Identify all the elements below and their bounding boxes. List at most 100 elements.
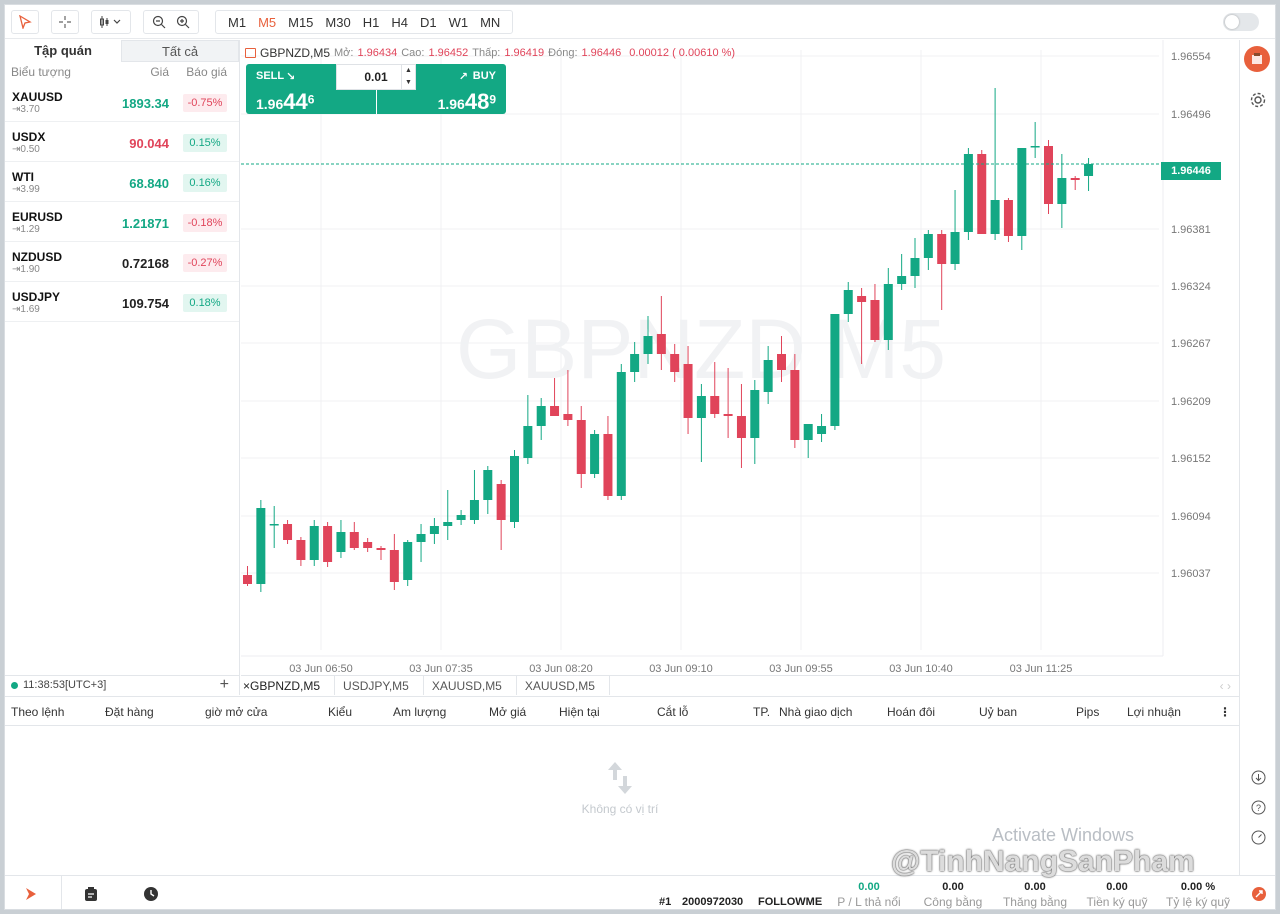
price-chart[interactable]: GBPNZD M51.965541.964961.963811.963241.9… <box>241 40 1241 676</box>
zoom-in-icon <box>176 15 190 29</box>
column-header[interactable]: Mở giá <box>489 705 526 719</box>
candle-body <box>830 314 840 426</box>
timeframe-w1[interactable]: W1 <box>443 15 475 30</box>
column-header[interactable]: Hoán đôi <box>887 705 935 719</box>
settings-button[interactable] <box>1248 90 1268 110</box>
watchlist-header: Biểu tượng Giá Báo giá <box>5 62 239 82</box>
add-symbol-icon[interactable]: + <box>220 676 229 694</box>
low-value: 1.96419 <box>504 47 545 59</box>
close-tab-icon[interactable]: × <box>243 679 250 693</box>
watchlist-row[interactable]: WTI ⇥3.99 68.840 0.16% <box>5 162 239 202</box>
brand-button[interactable] <box>1249 884 1269 904</box>
watchlist-row[interactable]: USDX ⇥0.50 90.044 0.15% <box>5 122 239 162</box>
account-stat: 0.00 P / L thả nổi <box>829 881 909 909</box>
tab-favorites[interactable]: Tập quán <box>5 40 121 62</box>
candle-body <box>683 364 693 418</box>
timeframe-mn[interactable]: MN <box>474 15 506 30</box>
chart-tab[interactable]: XAUUSD,M5 <box>424 676 517 695</box>
ohlc-info: GBPNZD,M5 Mở: 1.96434 Cao: 1.96452 Thấp: 1.… <box>245 46 735 60</box>
watchlist-row[interactable]: XAUUSD ⇥3.70 1893.34 -0.75% <box>5 82 239 122</box>
symbol-spread: ⇥1.69 <box>12 304 40 315</box>
account-avatar[interactable] <box>1244 46 1270 72</box>
history-button[interactable] <box>141 884 161 904</box>
column-header[interactable]: TP. <box>753 705 770 719</box>
column-header[interactable]: Lợi nhuận <box>1127 705 1181 719</box>
y-tick-label: 1.96496 <box>1171 109 1211 121</box>
lot-size-input[interactable]: 0.01 ▲ ▼ <box>336 64 416 90</box>
column-header[interactable]: Đặt hàng <box>105 705 154 719</box>
tab-all[interactable]: Tất cả <box>121 40 239 62</box>
sell-price: 1.96446 <box>256 89 315 114</box>
candle-body <box>670 354 680 372</box>
download-button[interactable] <box>1248 767 1268 787</box>
symbol-change: 0.15% <box>183 134 227 152</box>
candle-body <box>763 360 773 392</box>
chart-type-dropdown[interactable] <box>91 10 131 34</box>
candle-body <box>550 406 560 416</box>
candle-body <box>643 336 653 354</box>
stat-label: Thăng bằng <box>1002 895 1068 909</box>
theme-toggle[interactable] <box>1223 13 1259 31</box>
wallet-icon <box>1252 53 1262 64</box>
column-header[interactable]: Am lượng <box>393 705 446 719</box>
timeframe-h1[interactable]: H1 <box>357 15 386 30</box>
column-header[interactable]: giờ mở cửa <box>205 705 267 719</box>
candle-body <box>616 372 626 496</box>
svg-text:?: ? <box>1255 803 1260 813</box>
x-tick-label: 03 Jun 10:40 <box>889 663 953 675</box>
stat-label: Công bằng <box>923 895 983 909</box>
column-header[interactable]: Nhà giao dịch <box>779 705 852 719</box>
candle-body <box>736 416 746 438</box>
candle-body <box>563 414 573 420</box>
symbol-change: -0.75% <box>183 94 227 112</box>
column-header[interactable]: Uỷ ban <box>979 705 1017 719</box>
watchlist-row[interactable]: EURUSD ⇥1.29 1.21871 -0.18% <box>5 202 239 242</box>
speed-button[interactable] <box>1248 827 1268 847</box>
lot-stepper-icon[interactable]: ▲ ▼ <box>401 65 415 89</box>
chart-tab[interactable]: ×GBPNZD,M5 <box>241 676 336 695</box>
column-header[interactable]: Kiểu <box>328 705 352 719</box>
candle-body <box>910 258 920 276</box>
watchlist-row[interactable]: USDJPY ⇥1.69 109.754 0.18% <box>5 282 239 322</box>
zoom-in-button[interactable] <box>171 15 195 29</box>
candle-body <box>923 234 933 258</box>
column-header[interactable]: Cắt lỗ <box>657 705 688 719</box>
crosshair-tool-button[interactable] <box>51 10 79 34</box>
candle-body <box>389 550 399 582</box>
column-header[interactable]: Theo lệnh <box>11 705 64 719</box>
crosshair-icon <box>59 16 71 28</box>
zoom-out-button[interactable] <box>147 15 171 29</box>
chart-tab[interactable]: USDJPY,M5 <box>335 676 424 695</box>
cursor-tool-button[interactable] <box>11 10 39 34</box>
account-id: 2000972030 <box>682 896 744 908</box>
help-icon: ? <box>1251 800 1265 814</box>
tab-scroll-arrows[interactable]: ‹ › <box>1210 676 1241 695</box>
timeframe-m5[interactable]: M5 <box>252 15 282 30</box>
timeframe-d1[interactable]: D1 <box>414 15 443 30</box>
candle-body <box>376 548 386 550</box>
app-window: M1 M5 M15 M30 H1 H4 D1 W1 MN Tập quán Tất cả Biể… <box>4 4 1276 910</box>
candle-body <box>656 334 666 354</box>
logo-button[interactable] <box>21 884 41 904</box>
candle-body <box>403 542 413 580</box>
candle-body <box>469 500 479 520</box>
chart-area[interactable]: GBPNZD M5 1.96554 1.96496 1.96381 1.96324 1.9… <box>241 40 1241 676</box>
account-number: #1 <box>659 896 672 908</box>
top-toolbar: M1 M5 M15 M30 H1 H4 D1 W1 MN <box>5 5 1275 39</box>
candle-body <box>750 390 760 438</box>
symbol-price: 90.044 <box>129 136 169 151</box>
watchlist-row[interactable]: NZDUSD ⇥1.90 0.72168 -0.27% <box>5 242 239 282</box>
column-header[interactable]: Pips <box>1076 705 1099 719</box>
timeframe-m30[interactable]: M30 <box>319 15 356 30</box>
orders-button[interactable] <box>81 884 101 904</box>
chart-tab[interactable]: XAUUSD,M5 <box>517 676 610 695</box>
timeframe-m1[interactable]: M1 <box>222 15 252 30</box>
candle-body <box>523 426 533 458</box>
column-header[interactable]: Hiện tại <box>559 705 600 719</box>
close-label: Đóng: <box>548 47 578 59</box>
help-button[interactable]: ? <box>1248 797 1268 817</box>
more-options-icon[interactable]: ⋮ <box>1219 705 1231 719</box>
timeframe-m15[interactable]: M15 <box>282 15 319 30</box>
timeframe-h4[interactable]: H4 <box>385 15 414 30</box>
candle-body <box>696 396 706 418</box>
